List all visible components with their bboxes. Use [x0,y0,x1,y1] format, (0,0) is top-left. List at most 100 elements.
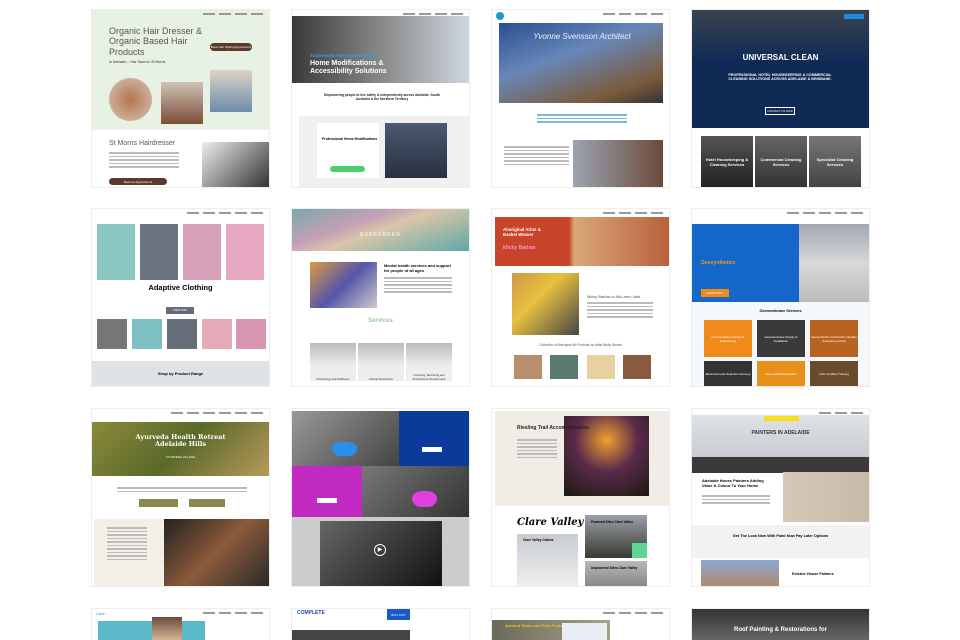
shop-now-button[interactable]: SHOP NOW [166,307,194,314]
product[interactable] [623,355,651,379]
body-text [109,152,179,170]
section-title: Adelaide House Painters Adding Value & C… [702,478,764,488]
service-card[interactable]: Electrical Leak Detection Surveys [704,361,752,386]
services-heading: Geomembrane Services [759,309,802,313]
nav [692,209,869,218]
service-card[interactable]: Clinical Supervision [358,343,404,381]
service-card[interactable]: IAGI Certified Training [810,361,858,386]
hero-title: Organic Hair Dresser & Organic Based Hai… [109,26,203,57]
thumb-organic-hair[interactable]: Organic Hair Dresser & Organic Based Hai… [92,10,269,187]
nav [92,409,269,418]
thumb-geosynthetics[interactable]: Geosynthetics LEARN MORE Geomembrane Ser… [692,209,869,386]
contact-button[interactable]: CONTACT US NOW [765,107,795,115]
card[interactable] [585,561,647,586]
band-title: Shop by Product Range [157,371,204,376]
service-card[interactable]: Hotel Housekeeping & Cleaning Services [701,136,753,187]
person-photo [152,617,182,640]
photo [164,519,269,586]
photo [783,472,869,522]
collection-title: Collection of Aboriginal Art Products by… [539,343,622,347]
photo [385,123,447,178]
phone-button[interactable]: 8271 4767 [387,609,410,620]
product-photo [97,224,135,280]
thumb-adaptive-clothing[interactable]: Adaptive Clothing SHOP NOW Shop by Produ… [92,209,269,386]
hero-title: Amberd Tanks and Poly Products [505,623,569,628]
cta-button[interactable] [139,499,178,507]
product-photo [183,224,221,280]
enquiry-form[interactable] [562,623,607,640]
badge [764,416,799,421]
intro-text [117,487,247,494]
thumb-care[interactable]: Care [92,609,269,640]
thumb-home-modifications[interactable]: Trademarks Home Modifications Home Modif… [292,10,469,187]
cta-button[interactable] [330,166,365,172]
service-card[interactable]: Commercial Cleaning Services [755,136,807,187]
hero-title: Roof Painting & Restorations for [734,627,827,633]
thumb-universal-clean[interactable]: UNIVERSAL CLEAN PROFESSIONAL HOTEL HOUSE… [692,10,869,187]
book-button[interactable]: Book Hair Styling Appointment [210,43,252,51]
arrow-button[interactable] [632,543,647,558]
product[interactable] [550,355,578,379]
logo: COMPLETE [297,610,325,616]
service-card[interactable]: Specialist Cleaning Services [809,136,861,187]
thumb-painters[interactable]: PAINTERS IN ADELAIDE Adelaide House Pain… [692,409,869,586]
section-title: Exterior House Painters [792,572,834,576]
hero-title: Home Modifications & Accessibility Solut… [310,60,387,76]
service-card[interactable]: Geomembrane Supply & Installation [757,320,805,357]
service-card[interactable]: Coaching, Mentoring and Professional Dev… [406,343,452,381]
service-card[interactable]: Geomembrane Design & Engineering [704,320,752,357]
photo [161,82,203,124]
body-text [504,146,569,167]
body-text [107,527,147,562]
promo-panel [292,466,362,517]
thumb-architect[interactable]: Yvonne Svensson Architect [492,10,669,187]
learn-more-button[interactable] [317,498,337,503]
cta-button[interactable] [189,499,225,507]
photo [310,262,377,308]
hero-photo [799,224,869,302]
logo: EVERGREEN [360,232,401,238]
nav [492,10,669,19]
thumb-evergreen[interactable]: EVERGREEN Mental health services and sup… [292,209,469,386]
hero-banner [495,217,669,266]
service-card[interactable]: Geomembrane Repairs [757,361,805,386]
card-title: Unpowered Sites Clare Valley [591,566,638,570]
intro-text [537,114,627,125]
hero-title: Riesling Trail Accommodation [517,425,589,431]
product-photo [97,319,127,349]
product[interactable] [514,355,542,379]
thumb-ayurveda[interactable]: Ayurveda Health Retreat Adelaide Hills A… [92,409,269,586]
hero-subtitle: In Adelaide – Hair Salon in St Morris [109,60,166,64]
thumb-micky-barlow[interactable]: Aboriginal Artist & Basket Weaver Micky … [492,209,669,386]
photo [202,142,269,187]
thumb-amberd-tanks[interactable]: Amberd Tanks and Poly Products [492,609,669,640]
card-title: Powered Sites Clare Valley [591,520,633,524]
nav [92,209,269,218]
hero-kicker: Trademarks Home Modifications [310,53,380,58]
hero-subtitle: AYURVEDA VILLAGE [165,455,196,459]
service-card[interactable]: Psychology and Wellbeing [310,343,356,381]
product[interactable] [587,355,615,379]
section-title: Mental health services and support for p… [384,263,451,273]
hero-name: Micky Barlow [503,245,536,251]
appointment-button[interactable]: Book an Appointment [109,178,167,185]
thumb-mouthguards[interactable]: ▶ [292,409,469,586]
mouthguard-icon [332,442,357,456]
photo [292,411,399,466]
play-icon[interactable]: ▶ [374,544,386,556]
hero-banner [292,209,469,251]
card-title: Clare Valley Cabins [523,538,554,542]
hero-title: UNIVERSAL CLEAN [742,53,819,62]
quote-button[interactable] [844,14,864,19]
thumb-complete[interactable]: COMPLETE 8271 4767 [292,609,469,640]
artist-photo [512,273,579,335]
thumb-roof-painting[interactable]: Roof Painting & Restorations for [692,609,869,640]
band-title: Get The Look Now With Paint Now Pay Late… [732,534,829,538]
hero-title: Yvonne Svensson Architect [533,32,631,41]
section-title: Micky Barlow in McLaren Vale [587,294,641,299]
thumb-riesling-trail[interactable]: Riesling Trail Accommodation Clare Valle… [492,409,669,586]
body-text [384,277,452,295]
service-card[interactable]: Geosynthetic Construction Quality Assura… [810,320,858,357]
learn-more-button[interactable]: LEARN MORE [701,289,729,297]
learn-more-button[interactable] [422,447,442,452]
